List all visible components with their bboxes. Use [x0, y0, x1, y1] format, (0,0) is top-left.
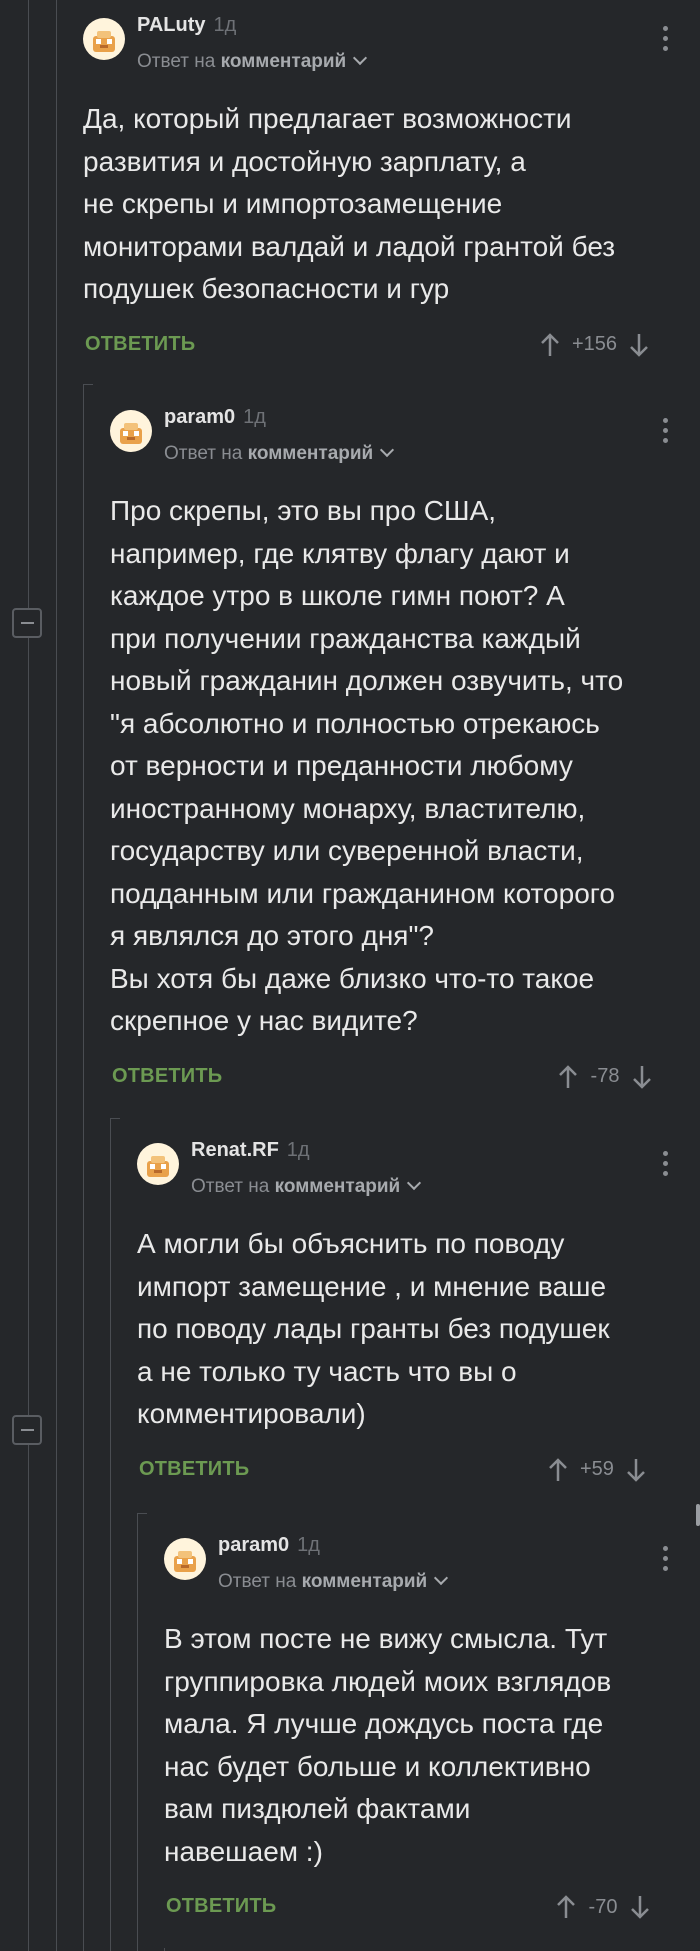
- chevron-down-icon: [353, 50, 368, 66]
- thread-line: [56, 0, 57, 1951]
- reply-to-link[interactable]: Ответ на комментарий: [218, 1570, 449, 1593]
- reply-to-link[interactable]: Ответ на комментарий: [164, 442, 395, 465]
- score: +156: [572, 333, 618, 355]
- comment-header: Renat.RF 1д Ответ на комментарий: [137, 1139, 688, 1203]
- comment-time: 1д: [213, 14, 237, 36]
- comment-time: 1д: [243, 406, 266, 428]
- thread-branch: [110, 1118, 120, 1119]
- comment: param0 1д Ответ на комментарий В этом пос…: [164, 1534, 688, 1927]
- thread-line: [83, 384, 84, 1951]
- comment-time: 1д: [297, 1534, 320, 1556]
- collapse-thread-icon[interactable]: [12, 608, 42, 638]
- score: -78: [590, 1065, 620, 1087]
- author-name[interactable]: PALuty 1д: [137, 14, 236, 37]
- avatar-icon[interactable]: [83, 18, 125, 60]
- comment-header: PALuty 1д Ответ на комментарий: [83, 14, 688, 78]
- reply-to-link[interactable]: Ответ на комментарий: [137, 50, 368, 73]
- more-options-icon[interactable]: [663, 1151, 669, 1181]
- chevron-down-icon: [434, 1570, 449, 1586]
- reply-button[interactable]: ОТВЕТИТЬ: [139, 1458, 249, 1481]
- comment-text: А могли бы объяснить по поводу импорт за…: [137, 1228, 610, 1429]
- comment: Renat.RF 1д Ответ на комментарий А могли …: [137, 1139, 688, 1490]
- comment-header: param0 1д Ответ на комментарий: [164, 1534, 688, 1598]
- comment-time: 1д: [286, 1139, 310, 1161]
- comment-header: param0 1д Ответ на комментарий: [110, 406, 688, 470]
- author-name[interactable]: param0 1д: [218, 1534, 320, 1557]
- vote-controls: -78: [558, 1057, 652, 1097]
- thread-line: [137, 1513, 138, 1951]
- downvote-icon[interactable]: [629, 330, 649, 360]
- scrollbar-thumb[interactable]: [696, 1504, 700, 1526]
- chevron-down-icon: [407, 1175, 422, 1191]
- vote-controls: +156: [540, 325, 649, 365]
- chevron-down-icon: [380, 442, 395, 458]
- author-name[interactable]: param0 1д: [164, 406, 266, 429]
- upvote-icon[interactable]: [558, 1062, 578, 1092]
- more-options-icon[interactable]: [663, 1546, 669, 1576]
- avatar-icon[interactable]: [137, 1143, 179, 1185]
- upvote-icon[interactable]: [540, 330, 560, 360]
- downvote-icon[interactable]: [630, 1892, 650, 1922]
- downvote-icon[interactable]: [632, 1062, 652, 1092]
- more-options-icon[interactable]: [663, 26, 669, 56]
- comment-actions: ОТВЕТИТЬ +59: [137, 1450, 688, 1490]
- downvote-icon[interactable]: [626, 1455, 646, 1485]
- comment-actions: ОТВЕТИТЬ +156: [83, 325, 688, 365]
- score: +59: [580, 1458, 614, 1480]
- comment: param0 1д Ответ на комментарий Про скрепы…: [110, 406, 688, 1097]
- thread-branch: [137, 1513, 147, 1514]
- reply-button[interactable]: ОТВЕТИТЬ: [85, 333, 195, 356]
- comment-actions: ОТВЕТИТЬ -70: [164, 1887, 688, 1927]
- comment-text: Про скрепы, это вы про США, например, гд…: [110, 495, 624, 1036]
- reply-to-link[interactable]: Ответ на комментарий: [191, 1175, 422, 1198]
- upvote-icon[interactable]: [556, 1892, 576, 1922]
- reply-button[interactable]: ОТВЕТИТЬ: [112, 1065, 222, 1088]
- thread-branch: [83, 384, 93, 385]
- author-name[interactable]: Renat.RF 1д: [191, 1139, 310, 1162]
- more-options-icon[interactable]: [663, 418, 669, 448]
- thread-line: [110, 1118, 111, 1951]
- reply-button[interactable]: ОТВЕТИТЬ: [166, 1895, 276, 1918]
- comment-actions: ОТВЕТИТЬ -78: [110, 1057, 688, 1097]
- vote-controls: +59: [548, 1450, 646, 1490]
- upvote-icon[interactable]: [548, 1455, 568, 1485]
- comment-text: В этом посте не вижу смысла. Тут группир…: [164, 1623, 612, 1867]
- comment-text: Да, который предлагает возможности разви…: [83, 103, 616, 304]
- thread-line: [28, 0, 29, 1951]
- vote-controls: -70: [556, 1887, 650, 1927]
- avatar-icon[interactable]: [164, 1538, 206, 1580]
- score: -70: [588, 1895, 618, 1918]
- avatar-icon[interactable]: [110, 410, 152, 452]
- collapse-thread-icon[interactable]: [12, 1415, 42, 1445]
- comment: PALuty 1д Ответ на комментарий Да, которы…: [83, 14, 688, 365]
